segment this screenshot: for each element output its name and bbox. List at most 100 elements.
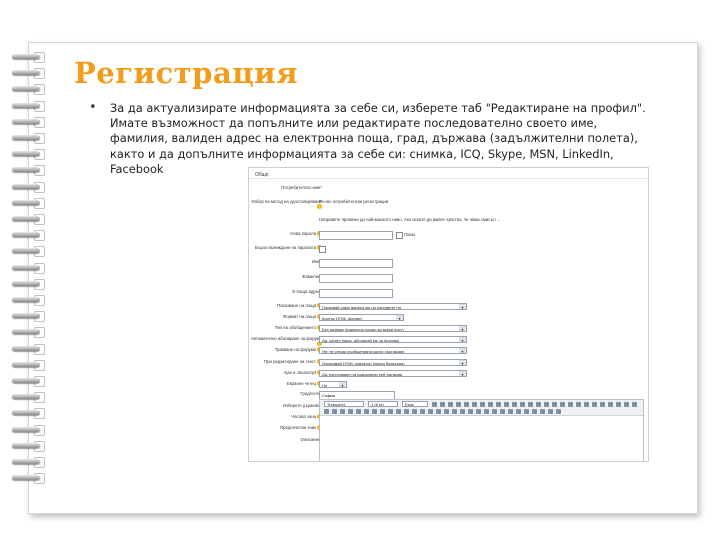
spiral-ring	[10, 230, 45, 242]
toolbar-button-icon[interactable]	[460, 409, 465, 414]
toolbar-button-icon[interactable]	[476, 409, 481, 414]
toolbar-button-icon[interactable]	[436, 409, 441, 414]
slide-title: Регистрация	[74, 56, 299, 90]
toolbar-button-icon[interactable]	[388, 409, 393, 414]
toolbar-button-icon[interactable]	[608, 402, 613, 407]
html-editor[interactable]: Trebuchet 1 (8 pt) Език	[319, 399, 644, 461]
dropdown-select[interactable]: Не: не следи съобщенията които съм видял…	[319, 347, 467, 354]
toolbar-button-icon[interactable]	[324, 409, 329, 414]
toolbar-button-icon[interactable]	[492, 409, 497, 414]
toolbar-button-icon[interactable]	[468, 409, 473, 414]
toolbar-button-icon[interactable]	[632, 402, 637, 407]
spiral-ring	[10, 52, 45, 63]
toolbar-button-icon[interactable]	[504, 402, 509, 407]
toolbar-button-icon[interactable]	[616, 402, 621, 407]
spiral-ring	[10, 408, 45, 420]
chevron-down-icon: ▾	[459, 348, 466, 353]
chevron-down-icon: ▾	[459, 371, 466, 376]
form-value-text: Ръчно потребителски регистрации	[319, 199, 389, 204]
toolbar-button-icon[interactable]	[480, 402, 485, 407]
form-value-text: Направете промени до най-малкото ниво. А…	[319, 217, 501, 222]
toolbar-button-icon[interactable]	[532, 409, 537, 414]
form-label: Формат на поща?	[249, 314, 322, 320]
toolbar-button-icon[interactable]	[332, 409, 337, 414]
toolbar-button-icon[interactable]	[560, 402, 565, 407]
toolbar-button-icon[interactable]	[496, 402, 501, 407]
toolbar-button-icon[interactable]	[380, 409, 385, 414]
font-select[interactable]: Trebuchet	[324, 401, 364, 407]
toolbar-button-icon[interactable]	[556, 409, 561, 414]
toolbar-button-icon[interactable]	[576, 402, 581, 407]
toolbar-button-icon[interactable]	[540, 409, 545, 414]
toolbar-button-icon[interactable]	[488, 402, 493, 407]
toolbar-button-icon[interactable]	[512, 402, 517, 407]
text-input[interactable]	[319, 274, 393, 283]
toolbar-button-icon[interactable]	[456, 402, 461, 407]
help-icon[interactable]: ?	[317, 204, 322, 210]
toolbar-button-icon[interactable]	[472, 402, 477, 407]
dropdown-select[interactable]: Използвай HTML редактор (някои браузъри)…	[319, 359, 467, 366]
text-input[interactable]	[319, 289, 393, 298]
dropdown-select[interactable]: Кратък HTML формат ▾	[319, 314, 404, 321]
toolbar-button-icon[interactable]	[600, 402, 605, 407]
toolbar-button-icon[interactable]	[624, 402, 629, 407]
spiral-ring	[10, 262, 45, 274]
text-input[interactable]	[319, 231, 393, 240]
toolbar-button-icon[interactable]	[364, 409, 369, 414]
checkbox[interactable]	[319, 246, 326, 253]
text-input[interactable]	[319, 259, 393, 268]
toolbar-button-icon[interactable]	[520, 402, 525, 407]
dropdown-select[interactable]: Да: използване на разширени уеб функции ▾	[319, 370, 467, 377]
toolbar-button-icon[interactable]	[528, 402, 533, 407]
form-label: Описание*	[300, 437, 322, 442]
form-label: Предпочитан език?	[249, 425, 322, 431]
toolbar-button-icon[interactable]	[584, 402, 589, 407]
form-label: При редактиране на текст?	[249, 359, 322, 365]
spiral-ring	[10, 68, 45, 80]
toolbar-button-icon[interactable]	[348, 409, 353, 414]
form-label: Име*	[311, 259, 322, 264]
toolbar-button-icon[interactable]	[432, 402, 437, 407]
spiral-ring	[10, 473, 45, 485]
spiral-ring	[10, 84, 45, 96]
toolbar-button-icon[interactable]	[356, 409, 361, 414]
toolbar-button-icon[interactable]	[428, 409, 433, 414]
spiral-ring	[10, 424, 45, 436]
spiral-ring	[10, 376, 45, 387]
toolbar-button-icon[interactable]	[544, 402, 549, 407]
toolbar-button-icon[interactable]	[340, 409, 345, 414]
spiral-ring	[10, 311, 45, 323]
toolbar-button-icon[interactable]	[420, 409, 425, 414]
toolbar-button-icon[interactable]	[444, 409, 449, 414]
toolbar-button-icon[interactable]	[484, 409, 489, 414]
toolbar-button-icon[interactable]	[552, 402, 557, 407]
dropdown-select[interactable]: Без резюме (единично писмо за всеки пост…	[319, 325, 467, 332]
dropdown-select[interactable]: Показвай само адреса ми на курсовете на ▾	[319, 303, 467, 310]
toolbar-button-icon[interactable]	[404, 409, 409, 414]
toolbar-button-icon[interactable]	[448, 402, 453, 407]
toolbar-button-icon[interactable]	[548, 409, 553, 414]
spiral-ring	[10, 295, 45, 306]
show-password-checkbox[interactable]	[396, 232, 403, 239]
toolbar-button-icon[interactable]	[412, 409, 417, 414]
toolbar-button-icon[interactable]	[536, 402, 541, 407]
spiral-ring	[10, 133, 45, 144]
size-select[interactable]: 1 (8 pt)	[368, 401, 398, 407]
toolbar-button-icon[interactable]	[592, 402, 597, 407]
toolbar-button-icon[interactable]	[452, 409, 457, 414]
form-label: Потребителско име*	[281, 185, 322, 190]
dropdown-select[interactable]: Да, когато пиша, абонирай ме за форума ▾	[319, 336, 467, 343]
toolbar-button-icon[interactable]	[516, 409, 521, 414]
toolbar-button-icon[interactable]	[372, 409, 377, 414]
toolbar-button-icon[interactable]	[464, 402, 469, 407]
toolbar-button-icon[interactable]	[524, 409, 529, 414]
language-select[interactable]: Език	[402, 401, 428, 407]
dropdown-select[interactable]: Не ▾	[319, 381, 347, 388]
form-label: Бързо въвеждане на паролата?	[249, 245, 322, 251]
toolbar-button-icon[interactable]	[440, 402, 445, 407]
toolbar-button-icon[interactable]	[396, 409, 401, 414]
toolbar-button-icon[interactable]	[568, 402, 573, 407]
spiral-ring	[10, 197, 45, 209]
toolbar-button-icon[interactable]	[500, 409, 505, 414]
toolbar-button-icon[interactable]	[508, 409, 513, 414]
